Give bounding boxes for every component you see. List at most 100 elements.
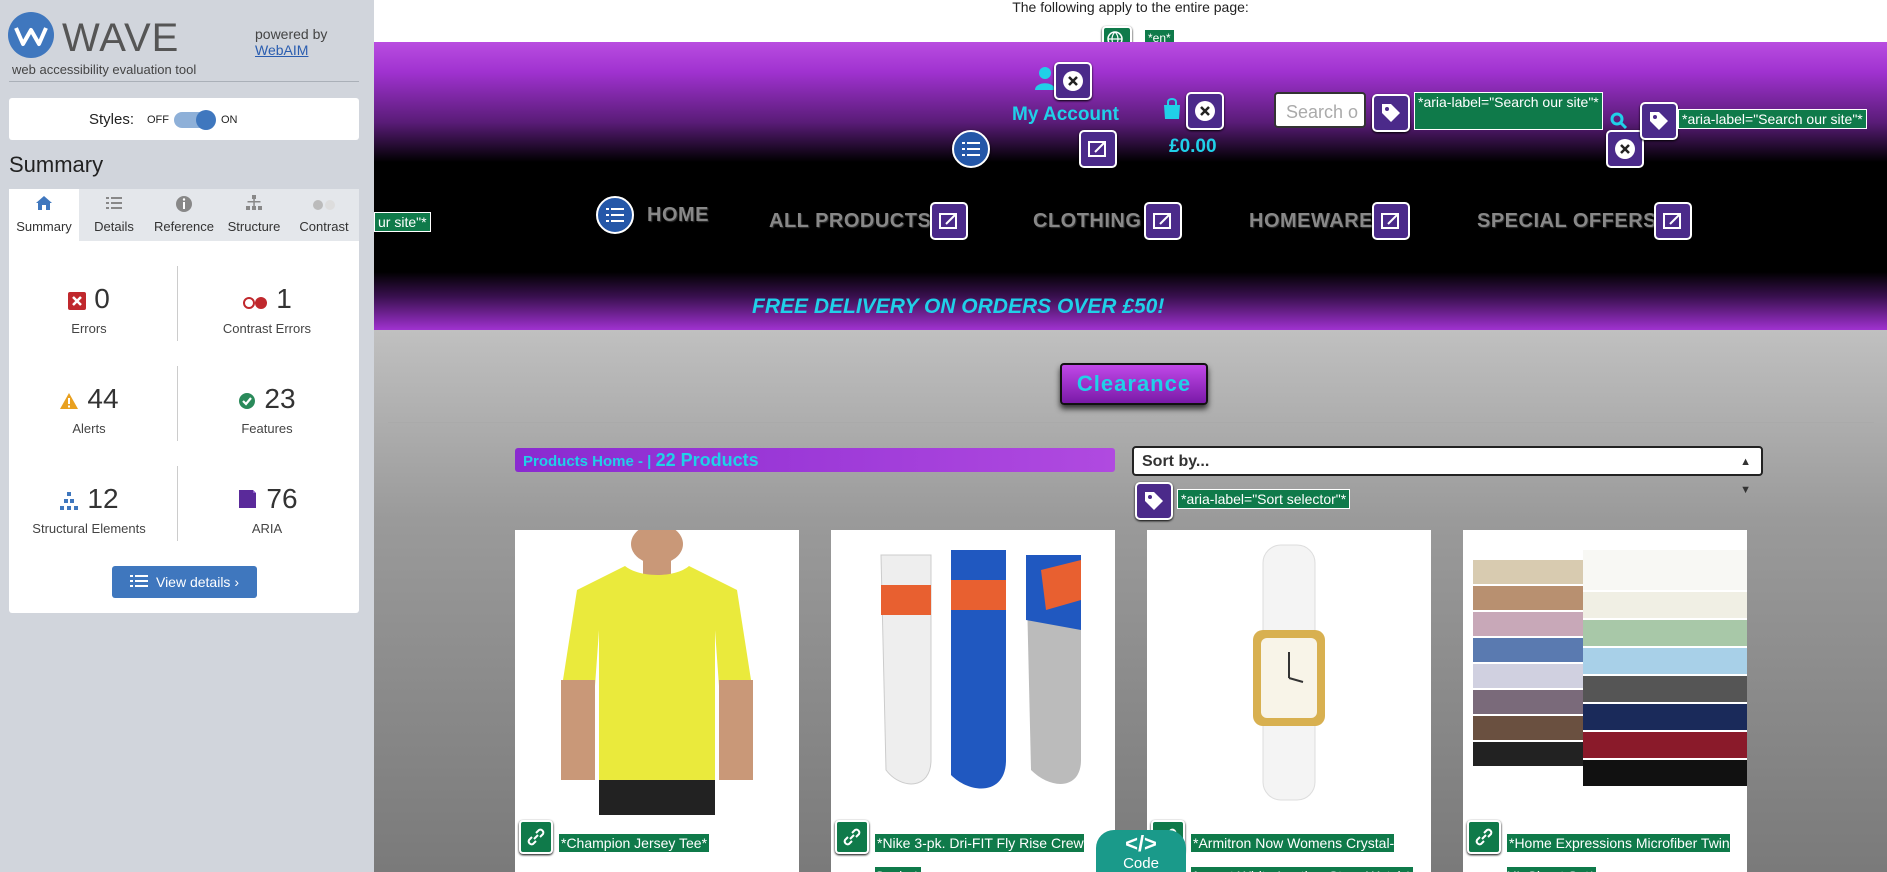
wave-link-icon[interactable] (930, 202, 968, 240)
product-caption-text: *Champion Jersey Tee* (559, 834, 710, 852)
product-caption[interactable]: *Nike 3-pk. Dri-FIT Fly Rise Crew Socks* (875, 827, 1110, 872)
search-input[interactable]: Search o (1274, 92, 1366, 128)
webaim-link[interactable]: WebAIM (255, 42, 327, 58)
tab-label: Reference (154, 219, 214, 234)
wave-error-icon[interactable] (1606, 130, 1644, 168)
errors-stat[interactable]: 0 Errors (9, 283, 169, 336)
structural-stat[interactable]: 12 Structural Elements (9, 483, 169, 536)
search-aria-label: *aria-label="Search our site"* (1678, 109, 1867, 129)
delivery-banner: FREE DELIVERY ON ORDERS OVER £50! (752, 295, 1165, 318)
tab-details[interactable]: Details (79, 189, 149, 241)
wave-error-icon[interactable] (1054, 62, 1092, 100)
wave-error-icon[interactable] (1186, 92, 1224, 130)
feature-icon (238, 385, 256, 417)
structure-icon (219, 195, 289, 219)
wave-sidebar: WAVE web accessibility evaluation tool p… (0, 0, 374, 872)
styles-toggle[interactable] (174, 110, 216, 130)
code-toggle-button[interactable]: </> Code (1096, 830, 1186, 872)
cart-total[interactable]: £0.00 (1169, 136, 1217, 158)
my-account-link[interactable]: My Account (1012, 104, 1119, 126)
contrast-count: 1 (276, 283, 292, 314)
tab-summary[interactable]: Summary (9, 189, 79, 241)
product-caption[interactable]: *Armitron Now Womens Crystal-Accent Whit… (1191, 827, 1426, 872)
offscreen-aria-label: ur site"* (374, 212, 431, 232)
wave-tabs: Summary Details Reference Structure Cont… (9, 189, 359, 241)
tab-label: Contrast (299, 219, 349, 234)
site-header: My Account £0.00 Search o *aria-label="S… (374, 42, 1887, 330)
view-details-button[interactable]: View details › (112, 566, 257, 598)
divider (9, 81, 359, 82)
nav-home[interactable]: HOME (647, 204, 709, 227)
nav-special-offers[interactable]: SPECIAL OFFERS (1477, 210, 1657, 233)
nav-all-products[interactable]: ALL PRODUCTS (769, 210, 931, 233)
tab-label: Summary (16, 219, 72, 234)
link-icon[interactable] (1467, 820, 1501, 854)
info-icon (149, 195, 219, 219)
tab-label: Details (94, 219, 134, 234)
tab-structure[interactable]: Structure (219, 189, 289, 241)
product-image-watch[interactable] (1147, 530, 1431, 815)
alerts-stat[interactable]: 44 Alerts (9, 383, 169, 436)
wave-list-icon[interactable] (952, 130, 990, 168)
contrast-icon (289, 195, 359, 219)
sort-aria-label: *aria-label="Sort selector"* (1177, 489, 1351, 509)
sort-select[interactable]: Sort by... ▲ ▼ (1132, 446, 1763, 496)
product-image-socks[interactable] (831, 530, 1115, 815)
product-card[interactable]: *Armitron Now Womens Crystal-Accent Whit… (1147, 530, 1431, 872)
product-caption[interactable]: *Home Expressions Microfiber Twin XL She… (1507, 827, 1742, 872)
product-image-tshirt[interactable] (515, 530, 799, 815)
wave-aria-label-icon[interactable] (1640, 102, 1678, 140)
product-card[interactable]: *Champion Jersey Tee* (515, 530, 799, 872)
home-icon (9, 195, 79, 219)
product-card[interactable]: *Home Expressions Microfiber Twin XL She… (1463, 530, 1747, 872)
tab-label: Structure (227, 219, 281, 234)
wave-aria-label-icon[interactable] (1372, 94, 1410, 132)
summary-title: Summary (9, 152, 104, 177)
alerts-label: Alerts (72, 420, 106, 436)
link-icon[interactable] (519, 820, 553, 854)
wave-logo-icon (8, 12, 54, 58)
code-label: Code (1123, 855, 1159, 872)
wave-link-icon[interactable] (1079, 130, 1117, 168)
aria-stat[interactable]: 76 ARIA (187, 483, 347, 536)
divider (388, 422, 1874, 423)
toggle-knob[interactable] (196, 110, 216, 130)
page-note-text: The following apply to the entire page: (1012, 0, 1249, 15)
structural-label: Structural Elements (32, 520, 146, 536)
wave-logo-word: WAVE (62, 16, 180, 60)
wave-link-icon[interactable] (1654, 202, 1692, 240)
product-image-sheets[interactable] (1463, 530, 1747, 815)
nav-clothing[interactable]: CLOTHING (1033, 210, 1141, 233)
styles-off-label: OFF (147, 114, 169, 126)
wave-link-icon[interactable] (1372, 202, 1410, 240)
view-details-label: View details › (155, 574, 239, 590)
features-stat[interactable]: 23 Features (187, 383, 347, 436)
tab-reference[interactable]: Reference (149, 189, 219, 241)
styles-toggle-box: Styles: OFF ON (9, 98, 359, 140)
divider (177, 366, 178, 441)
powered-by-label: powered by (255, 26, 328, 42)
summary-panel: 0 Errors 1 Contrast Errors 44 Alerts 23 … (9, 241, 359, 613)
product-caption[interactable]: *Champion Jersey Tee* (559, 827, 794, 860)
tab-contrast[interactable]: Contrast (289, 189, 359, 241)
list-icon (79, 195, 149, 219)
structure-icon (59, 485, 79, 517)
cart-icon[interactable] (1162, 98, 1182, 125)
product-card[interactable]: *Nike 3-pk. Dri-FIT Fly Rise Crew Socks* (831, 530, 1115, 872)
product-count: 22 Products (655, 450, 759, 470)
evaluated-page: The following apply to the entire page: … (374, 0, 1887, 872)
breadcrumb-prefix[interactable]: Products Home - | (523, 453, 651, 470)
aria-icon (236, 485, 258, 517)
wave-link-icon[interactable] (1144, 202, 1182, 240)
contrast-stat[interactable]: 1 Contrast Errors (187, 283, 347, 336)
nav-homeware[interactable]: HOMEWARE (1249, 210, 1373, 233)
product-caption-text: *Nike 3-pk. Dri-FIT Fly Rise Crew Socks* (875, 834, 1084, 872)
errors-count: 0 (94, 283, 110, 314)
link-icon[interactable] (835, 820, 869, 854)
structural-count: 12 (87, 483, 119, 514)
account-icon[interactable] (1034, 66, 1056, 95)
sort-placeholder: Sort by... (1142, 453, 1210, 470)
wave-aria-label-icon[interactable] (1135, 482, 1173, 520)
wave-list-icon[interactable] (596, 196, 634, 234)
powered-by: powered by WebAIM (255, 26, 327, 58)
